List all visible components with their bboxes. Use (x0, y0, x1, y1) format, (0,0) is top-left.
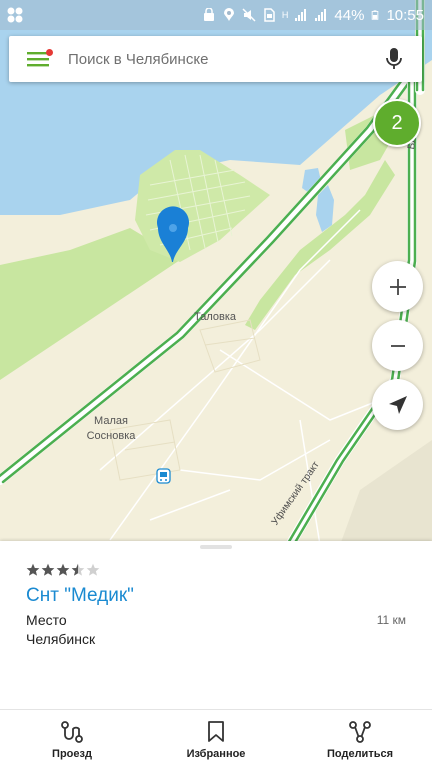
search-bar[interactable]: Поиск в Челябинске (9, 36, 422, 82)
location-icon (223, 8, 234, 21)
microphone-icon (386, 48, 402, 69)
share-label: Поделиться (326, 748, 394, 760)
my-location-button[interactable] (372, 379, 423, 430)
zoom-in-button[interactable] (372, 261, 423, 312)
network-type-icon: H (281, 9, 289, 20)
status-right: H 44% 10:55 (202, 6, 424, 24)
navigation-arrow-icon (388, 395, 407, 414)
route-button[interactable]: Проезд (0, 710, 144, 768)
drag-handle[interactable] (200, 545, 232, 549)
clock: 10:55 (386, 6, 424, 24)
place-name[interactable]: Снт "Медик" (26, 585, 134, 607)
map-label-malaya-sosnovka: Малая Сосновка (86, 414, 136, 444)
map-label-malaya-line2: Сосновка (86, 430, 136, 442)
signal-2-icon (315, 9, 327, 21)
star-icon (41, 563, 55, 576)
map-label-talovka: Таловка (194, 311, 237, 323)
star-icon (86, 563, 100, 576)
rating-stars (26, 563, 100, 577)
star-icon (26, 563, 40, 576)
signal-icon (295, 9, 307, 21)
place-city: Челябинск (26, 631, 96, 647)
battery-icon (372, 10, 379, 20)
plus-icon (389, 278, 406, 295)
cluster-count-badge[interactable]: 2 (373, 99, 421, 147)
route-label: Проезд (52, 748, 92, 760)
bottom-actions: Проезд Избранное Поделиться (0, 709, 432, 768)
share-icon (349, 721, 371, 743)
lock-screen-icon (203, 8, 214, 21)
mute-icon (242, 8, 256, 22)
search-input[interactable]: Поиск в Челябинске (67, 51, 366, 68)
notification-dot (46, 49, 53, 56)
map-label-malaya-line1: Малая (94, 415, 128, 427)
sim-card-icon (264, 8, 275, 22)
minus-icon (390, 344, 405, 347)
voice-search-button[interactable] (366, 36, 422, 82)
train-station-icon (156, 468, 171, 484)
favorites-button[interactable]: Избранное (144, 710, 288, 768)
menu-button[interactable] (9, 36, 67, 82)
star-icon (56, 563, 70, 576)
star-icon (71, 563, 85, 576)
share-button[interactable]: Поделиться (288, 710, 432, 768)
place-distance: 11 км (376, 613, 406, 627)
route-icon (61, 721, 83, 743)
status-bar: H 44% 10:55 (0, 0, 432, 30)
place-card[interactable]: Снт "Медик" Место Челябинск 11 км (0, 541, 432, 709)
zoom-out-button[interactable] (372, 320, 423, 371)
battery-percent: 44% (334, 6, 365, 24)
app-notification-icon (7, 7, 23, 23)
place-type: Место (26, 612, 67, 628)
bookmark-icon (208, 721, 224, 742)
favorites-label: Избранное (186, 748, 246, 760)
